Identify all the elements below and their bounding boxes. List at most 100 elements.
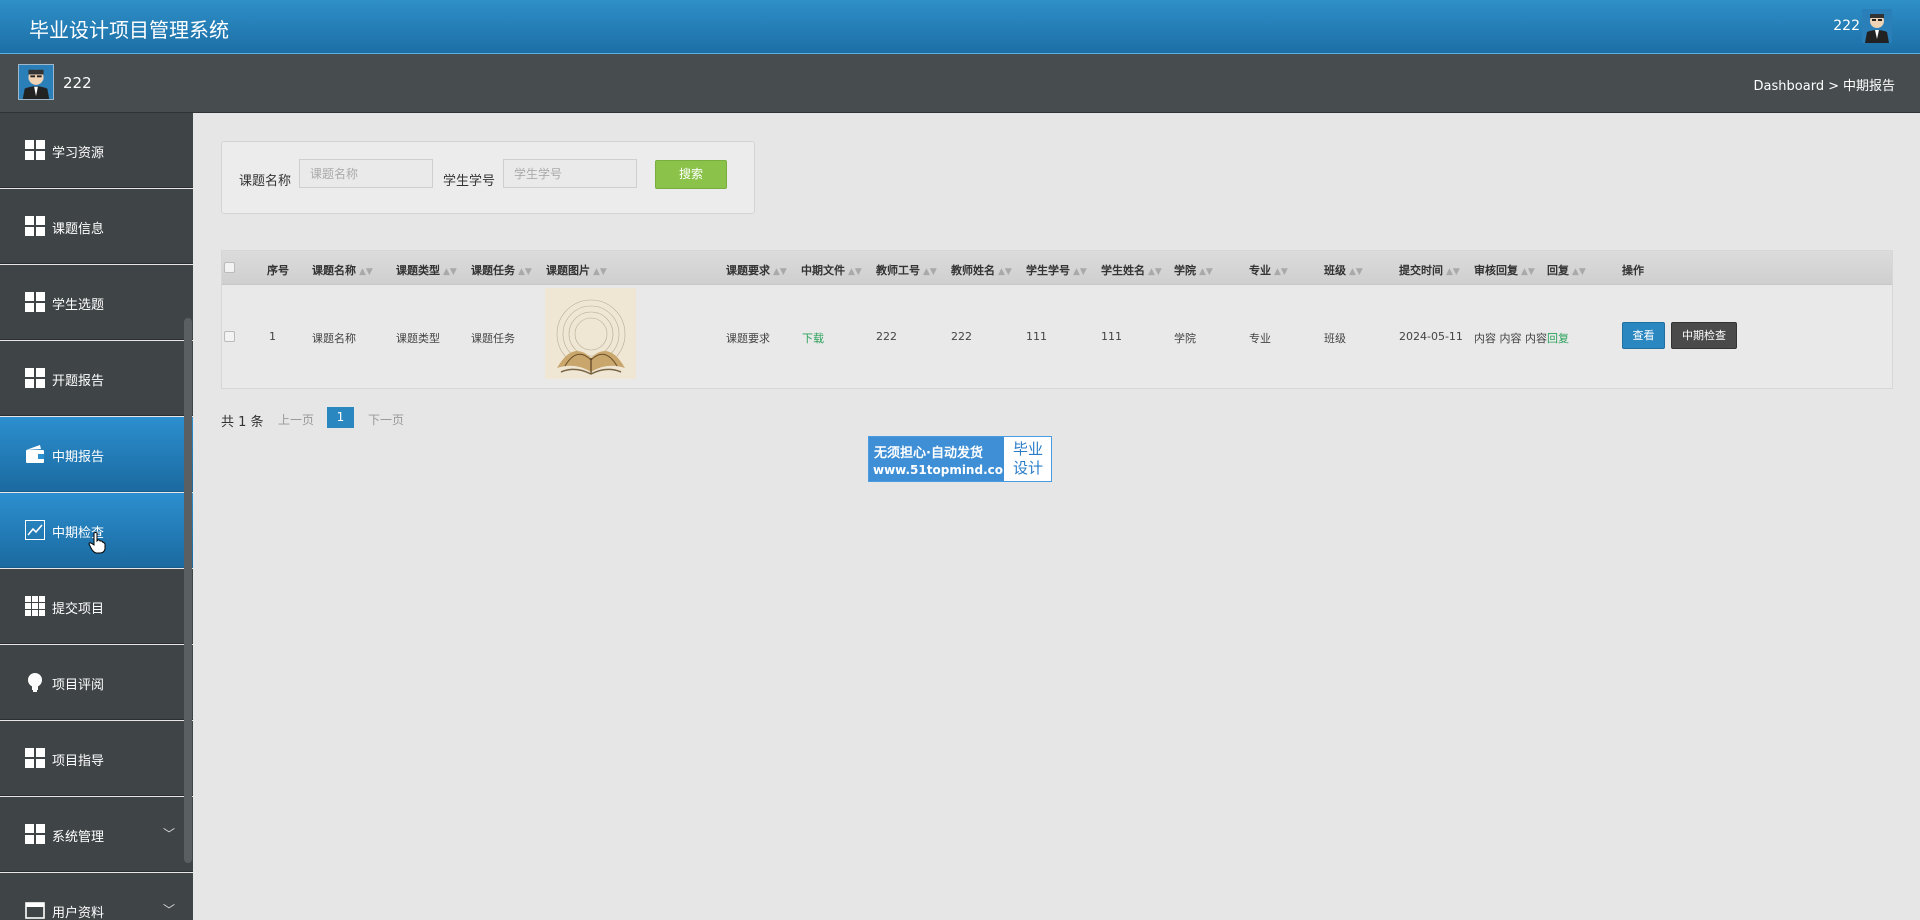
- cell-submit-time: 2024-05-11: [1399, 330, 1463, 343]
- sidebar-item-project-review[interactable]: 项目评阅: [0, 645, 193, 720]
- hand-cursor-icon: [88, 532, 106, 554]
- cell-major: 专业: [1249, 332, 1271, 345]
- column-header[interactable]: 专业 ▲▼: [1249, 262, 1288, 278]
- topic-name-label: 课题名称: [239, 174, 292, 189]
- chevron-down-icon: ﹀: [162, 827, 175, 841]
- prev-page-button[interactable]: 上一页: [278, 411, 314, 428]
- sidebar-item-submit-project[interactable]: 提交项目: [0, 569, 193, 644]
- column-header[interactable]: 班级 ▲▼: [1324, 262, 1363, 278]
- topic-book-image[interactable]: [545, 288, 636, 379]
- sidebar-item-label: 提交项目: [52, 602, 105, 617]
- column-header[interactable]: 教师工号 ▲▼: [876, 262, 937, 278]
- midterm-report-table: 序号 课题名称 ▲▼ 课题类型 ▲▼ 课题任务 ▲▼ 课题图片 ▲▼ 课题要求 ▲▼ 中期…: [221, 250, 1893, 389]
- sidebar-item-proposal-report[interactable]: 开题报告: [0, 341, 193, 416]
- breadcrumb-root[interactable]: Dashboard: [1754, 79, 1825, 94]
- watermark-badge: 毕业 设计: [1006, 440, 1050, 478]
- breadcrumb-current: 中期报告: [1842, 79, 1895, 94]
- app-title: 毕业设计项目管理系统: [29, 18, 229, 42]
- student-id-input[interactable]: [503, 159, 637, 188]
- next-page-button[interactable]: 下一页: [368, 411, 404, 428]
- row-checkbox[interactable]: [224, 331, 235, 342]
- user-avatar-icon[interactable]: [1862, 9, 1892, 43]
- cell-student-name: 111: [1101, 330, 1122, 343]
- grid-icon: [25, 140, 45, 160]
- view-button[interactable]: 查看: [1622, 322, 1665, 349]
- select-all-checkbox[interactable]: [224, 262, 235, 273]
- column-header[interactable]: 提交时间 ▲▼: [1399, 262, 1460, 278]
- cell-topic: 课题名称: [312, 332, 356, 345]
- cell-teacher-id: 222: [876, 330, 897, 343]
- column-header[interactable]: 课题任务 ▲▼: [471, 262, 532, 278]
- cell-college: 学院: [1174, 332, 1196, 345]
- sidebar-item-label: 课题信息: [52, 222, 105, 237]
- sidebar-item-label: 学习资源: [52, 146, 105, 161]
- cell-class: 班级: [1324, 332, 1346, 345]
- midterm-check-button[interactable]: 中期检查: [1671, 322, 1737, 349]
- sidebar-item-label: 项目评阅: [52, 678, 105, 693]
- current-page-button[interactable]: 1: [327, 407, 354, 428]
- breadcrumb: Dashboard > 中期报告: [1754, 75, 1895, 94]
- column-header[interactable]: 序号: [267, 262, 289, 278]
- chart-line-icon: [25, 520, 45, 540]
- sidebar-item-user-profile[interactable]: 用户资料 ﹀: [0, 873, 193, 920]
- sidebar-item-midterm-check[interactable]: 中期检查: [0, 493, 193, 568]
- sidebar-item-student-selection[interactable]: 学生选题: [0, 265, 193, 340]
- sidebar-item-topic-info[interactable]: 课题信息: [0, 189, 193, 264]
- cell-teacher-name: 222: [951, 330, 972, 343]
- sidebar-item-label: 系统管理: [52, 830, 105, 845]
- download-link[interactable]: 下载: [802, 330, 824, 346]
- sidebar-item-system-management[interactable]: 系统管理 ﹀: [0, 797, 193, 872]
- sidebar-item-learning-resources[interactable]: 学习资源: [0, 113, 193, 188]
- sidebar-item-label: 用户资料: [52, 906, 105, 920]
- top-header: 毕业设计项目管理系统 222: [0, 0, 1920, 54]
- sidebar-item-project-guidance[interactable]: 项目指导: [0, 721, 193, 796]
- total-count: 共 1 条: [221, 415, 264, 430]
- column-header[interactable]: 中期文件 ▲▼: [801, 262, 862, 278]
- grid-icon: [25, 824, 45, 844]
- sidebar-item-midterm-report[interactable]: 中期报告: [0, 417, 193, 492]
- column-header[interactable]: 课题图片 ▲▼: [546, 262, 607, 278]
- column-header[interactable]: 教师姓名 ▲▼: [951, 262, 1012, 278]
- watermark-left: 无须担心·自动发货 www.51topmind.com: [869, 437, 1016, 481]
- student-id-label: 学生学号: [443, 174, 496, 189]
- column-header: 操作: [1622, 264, 1644, 277]
- search-panel: 课题名称 学生学号 搜索: [221, 141, 755, 214]
- column-header[interactable]: 学生姓名 ▲▼: [1101, 262, 1162, 278]
- cell-type: 课题类型: [396, 332, 440, 345]
- cell-review-reply: 内容 内容 内容: [1474, 332, 1547, 345]
- column-header[interactable]: 审核回复 ▲▼: [1474, 262, 1535, 278]
- cell-task: 课题任务: [471, 332, 515, 345]
- reply-link[interactable]: 回复: [1547, 330, 1569, 346]
- search-button[interactable]: 搜索: [655, 160, 727, 189]
- chevron-down-icon: ﹀: [162, 903, 175, 917]
- grid-icon: [25, 216, 45, 236]
- cell-student-id: 111: [1026, 330, 1047, 343]
- watermark-badge-line1: 毕业: [1012, 440, 1043, 458]
- grid-icon: [25, 368, 45, 388]
- profile-bar: 222 Dashboard > 中期报告: [0, 54, 1920, 113]
- cell-index: 1: [269, 330, 276, 343]
- watermark-line1: 无须担心·自动发货: [874, 446, 983, 461]
- sidebar-item-label: 开题报告: [52, 374, 105, 389]
- topic-name-input[interactable]: [299, 159, 433, 188]
- grid-9-icon: [25, 596, 45, 616]
- column-header[interactable]: 课题名称 ▲▼: [312, 262, 373, 278]
- card-icon: [25, 902, 45, 919]
- column-header[interactable]: 课题类型 ▲▼: [396, 262, 457, 278]
- profile-avatar-icon[interactable]: [18, 64, 54, 100]
- breadcrumb-separator: >: [1828, 79, 1839, 94]
- sidebar-scrollbar[interactable]: [184, 318, 192, 863]
- grid-icon: [25, 748, 45, 768]
- sidebar-item-label: 项目指导: [52, 754, 105, 769]
- watermark-badge-line2: 设计: [1012, 459, 1043, 477]
- column-header[interactable]: 课题要求 ▲▼: [726, 262, 787, 278]
- column-header[interactable]: 学院 ▲▼: [1174, 262, 1213, 278]
- watermark-banner: 无须担心·自动发货 www.51topmind.com 毕业 设计: [868, 436, 1052, 482]
- bulb-icon: [28, 673, 42, 692]
- column-header[interactable]: 学生学号 ▲▼: [1026, 262, 1087, 278]
- header-username[interactable]: 222: [1833, 18, 1860, 34]
- column-header[interactable]: 回复 ▲▼: [1547, 262, 1586, 278]
- sidebar-item-label: 中期报告: [52, 450, 105, 465]
- table-header: 序号 课题名称 ▲▼ 课题类型 ▲▼ 课题任务 ▲▼ 课题图片 ▲▼ 课题要求 ▲▼ 中期…: [222, 251, 1892, 285]
- wallet-icon: [26, 445, 44, 463]
